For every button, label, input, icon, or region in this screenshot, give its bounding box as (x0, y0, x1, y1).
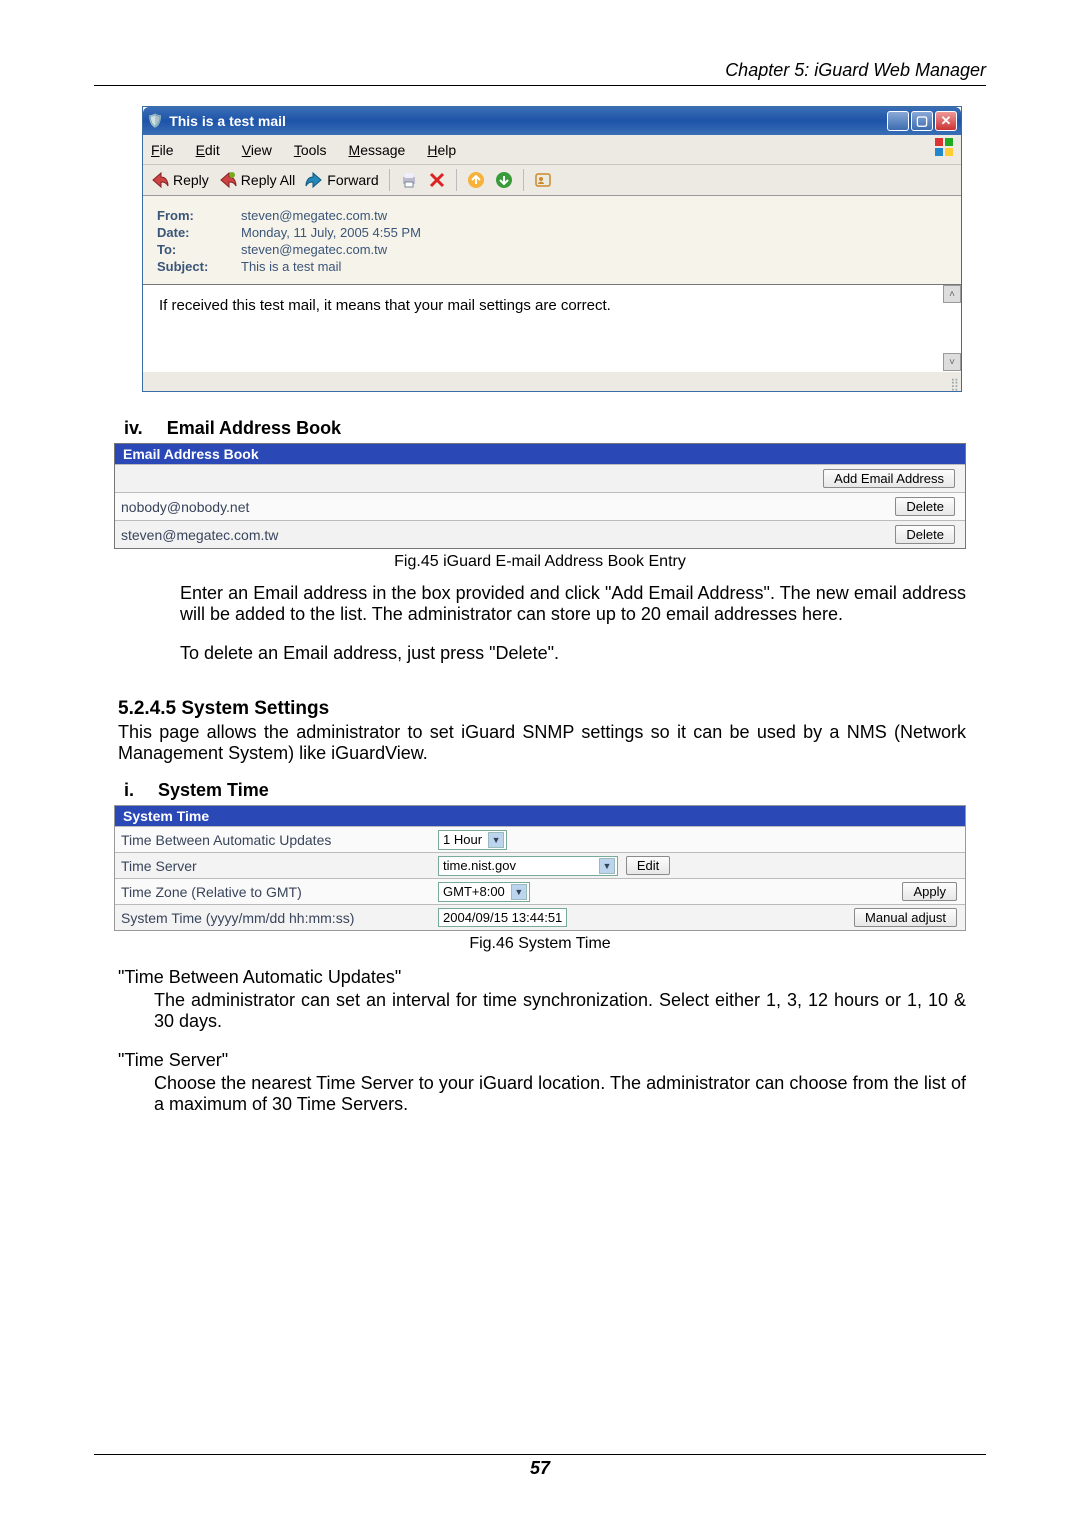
timezone-select[interactable]: GMT+8:00 ▼ (438, 882, 530, 902)
mail-body: If received this test mail, it means tha… (143, 285, 961, 371)
address-book-header: Email Address Book (115, 444, 965, 464)
address-cell: steven@megatec.com.tw (115, 527, 538, 543)
section-i-num: i. (124, 780, 134, 801)
section-i-heading: i. System Time (124, 780, 986, 801)
reply-all-button[interactable]: Reply All (219, 171, 295, 189)
fig46-caption: Fig.46 System Time (94, 935, 986, 953)
reply-label: Reply (173, 172, 209, 188)
forward-label: Forward (327, 172, 378, 188)
time-server-select[interactable]: time.nist.gov ▼ (438, 856, 618, 876)
address-row: nobody@nobody.net Delete (115, 492, 965, 520)
forward-button[interactable]: Forward (305, 171, 378, 189)
mail-window-title: This is a test mail (169, 113, 885, 129)
system-time-header: System Time (115, 806, 965, 826)
section-iv-num: iv. (124, 418, 143, 439)
to-label: To: (157, 242, 241, 257)
from-label: From: (157, 208, 241, 223)
delete-button[interactable]: Delete (895, 525, 955, 544)
subject-value: This is a test mail (241, 259, 341, 274)
st-label: Time Server (115, 858, 438, 874)
mail-statusbar: ⣿ (143, 371, 961, 391)
bottom-rule (94, 1454, 986, 1455)
maximize-button[interactable]: ▢ (911, 111, 933, 131)
date-value: Monday, 11 July, 2005 4:55 PM (241, 225, 421, 240)
mail-shield-icon: 🛡️ (147, 113, 163, 129)
chapter-header: Chapter 5: iGuard Web Manager (94, 60, 986, 81)
p-5245: This page allows the administrator to se… (118, 722, 966, 764)
menu-file[interactable]: File (151, 142, 174, 158)
st-label: Time Between Automatic Updates (115, 832, 438, 848)
reply-button[interactable]: Reply (151, 171, 209, 189)
section-iv-heading: iv. Email Address Book (124, 418, 986, 439)
mail-window: 🛡️ This is a test mail _ ▢ ✕ File Edit V… (142, 106, 962, 392)
mail-titlebar: 🛡️ This is a test mail _ ▢ ✕ (143, 107, 961, 135)
st-row: System Time (yyyy/mm/dd hh:mm:ss) 2004/0… (115, 904, 965, 930)
addresses-icon[interactable] (534, 171, 552, 189)
top-rule (94, 85, 986, 86)
mail-body-text: If received this test mail, it means tha… (159, 297, 611, 314)
q-tbau: "Time Between Automatic Updates" (118, 967, 986, 988)
add-email-button[interactable]: Add Email Address (823, 469, 955, 488)
edit-button[interactable]: Edit (626, 856, 670, 875)
fig45-caption: Fig.45 iGuard E-mail Address Book Entry (94, 553, 986, 571)
mail-headers: From:steven@megatec.com.tw Date:Monday, … (143, 196, 961, 285)
address-row: steven@megatec.com.tw Delete (115, 520, 965, 548)
st-label: Time Zone (Relative to GMT) (115, 884, 438, 900)
chevron-down-icon: ▼ (599, 858, 615, 874)
menu-view[interactable]: View (242, 142, 272, 158)
reply-all-label: Reply All (241, 172, 295, 188)
address-book-add-row: Add Email Address (115, 464, 965, 492)
h-5245: 5.2.4.5 System Settings (118, 698, 986, 720)
delete-icon[interactable] (428, 171, 446, 189)
scroll-up-icon[interactable]: ˄ (943, 285, 961, 303)
st-row: Time Zone (Relative to GMT) GMT+8:00 ▼ A… (115, 878, 965, 904)
minimize-button[interactable]: _ (887, 111, 909, 131)
close-button[interactable]: ✕ (935, 111, 957, 131)
st-row: Time Between Automatic Updates 1 Hour ▼ (115, 826, 965, 852)
resize-grip-icon[interactable]: ⣿ (950, 377, 959, 391)
menu-message[interactable]: Message (349, 142, 406, 158)
system-time-input[interactable]: 2004/09/15 13:44:51 (438, 908, 567, 927)
update-interval-select[interactable]: 1 Hour ▼ (438, 830, 507, 850)
st-row: Time Server time.nist.gov ▼ Edit (115, 852, 965, 878)
previous-icon[interactable] (467, 171, 485, 189)
time-server-value: time.nist.gov (443, 858, 516, 873)
mail-menubar: File Edit View Tools Message Help (143, 135, 961, 165)
subject-label: Subject: (157, 259, 241, 274)
menu-help[interactable]: Help (427, 142, 456, 158)
mail-toolbar: Reply Reply All Forward (143, 165, 961, 196)
address-book-para-2: To delete an Email address, just press "… (180, 643, 966, 664)
system-time-table: System Time Time Between Automatic Updat… (114, 805, 966, 931)
timezone-value: GMT+8:00 (443, 884, 505, 899)
to-value: steven@megatec.com.tw (241, 242, 387, 257)
apply-button[interactable]: Apply (902, 882, 957, 901)
page-number: 57 (0, 1458, 1080, 1479)
p-tbau: The administrator can set an interval fo… (154, 990, 966, 1032)
windows-flag-icon (935, 138, 953, 161)
p-ts: Choose the nearest Time Server to your i… (154, 1073, 966, 1115)
delete-button[interactable]: Delete (895, 497, 955, 516)
address-cell: nobody@nobody.net (115, 499, 538, 515)
chevron-down-icon: ▼ (511, 884, 527, 900)
manual-adjust-button[interactable]: Manual adjust (854, 908, 957, 927)
update-interval-value: 1 Hour (443, 832, 482, 847)
print-icon[interactable] (400, 171, 418, 189)
next-icon[interactable] (495, 171, 513, 189)
st-label: System Time (yyyy/mm/dd hh:mm:ss) (115, 910, 438, 926)
chevron-down-icon: ▼ (488, 832, 504, 848)
menu-tools[interactable]: Tools (294, 142, 327, 158)
section-iv-title: Email Address Book (167, 418, 341, 439)
scroll-down-icon[interactable]: ˅ (943, 353, 961, 371)
address-book-table: Email Address Book Add Email Address nob… (114, 443, 966, 549)
from-value: steven@megatec.com.tw (241, 208, 387, 223)
menu-edit[interactable]: Edit (196, 142, 220, 158)
section-i-title: System Time (158, 780, 269, 801)
q-ts: "Time Server" (118, 1050, 986, 1071)
address-book-para-1: Enter an Email address in the box provid… (180, 583, 966, 625)
date-label: Date: (157, 225, 241, 240)
